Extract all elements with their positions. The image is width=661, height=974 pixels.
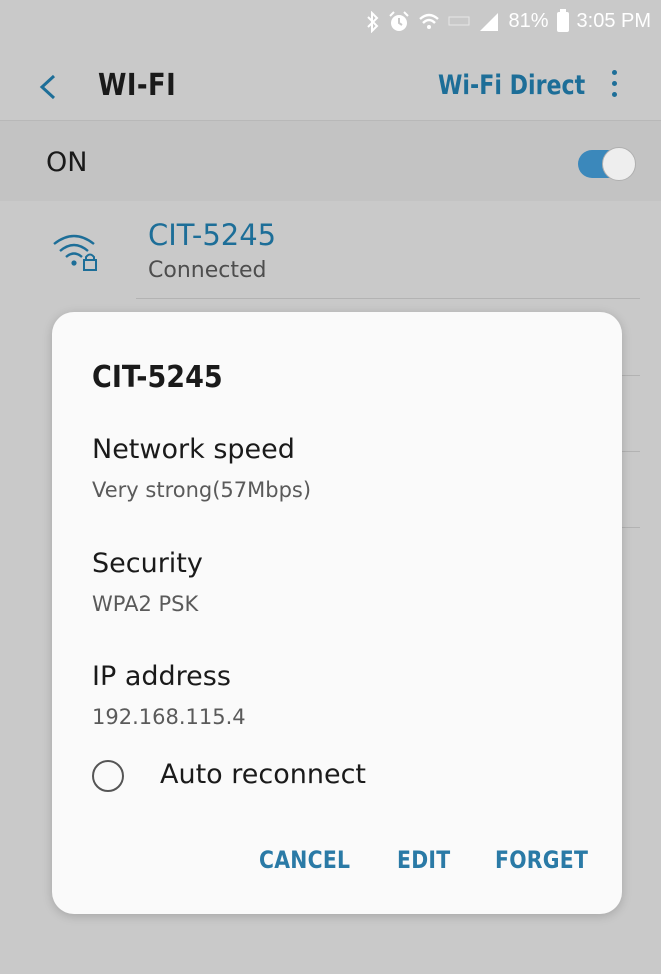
alarm-icon bbox=[389, 10, 410, 31]
dialog-title: CIT-5245 bbox=[92, 360, 223, 395]
cancel-button[interactable]: CANCEL bbox=[259, 846, 350, 874]
lte-icon bbox=[448, 16, 470, 25]
status-icons: 81% 3:05 PM bbox=[366, 8, 651, 33]
security-value: WPA2 PSK bbox=[92, 592, 199, 616]
back-arrow-icon[interactable] bbox=[34, 72, 62, 102]
switch-label: ON bbox=[46, 147, 88, 178]
edit-button[interactable]: EDIT bbox=[397, 846, 450, 874]
app-bar: WI-FI Wi-Fi Direct bbox=[0, 52, 661, 120]
ip-address-value: 192.168.115.4 bbox=[92, 705, 246, 729]
battery-percent: 81% bbox=[508, 10, 549, 32]
network-details-dialog: CIT-5245 Network speed Very strong(57Mbp… bbox=[52, 312, 622, 914]
network-speed-label: Network speed bbox=[92, 434, 295, 465]
wifi-master-switch-row[interactable]: ON bbox=[0, 121, 661, 201]
network-speed-value: Very strong(57Mbps) bbox=[92, 478, 312, 502]
auto-reconnect-label[interactable]: Auto reconnect bbox=[160, 759, 366, 790]
more-options-icon[interactable] bbox=[606, 70, 622, 102]
wifi-direct-button[interactable]: Wi-Fi Direct bbox=[438, 70, 585, 101]
security-label: Security bbox=[92, 548, 203, 579]
page-title: WI-FI bbox=[98, 68, 177, 103]
forget-button[interactable]: FORGET bbox=[495, 846, 588, 874]
bluetooth-icon bbox=[367, 10, 379, 33]
network-status: Connected bbox=[148, 258, 267, 283]
auto-reconnect-radio[interactable] bbox=[92, 760, 124, 792]
ip-address-label: IP address bbox=[92, 661, 231, 692]
status-bar: 81% 3:05 PM bbox=[0, 0, 661, 52]
network-name[interactable]: CIT-5245 bbox=[148, 218, 276, 252]
battery-icon bbox=[556, 8, 569, 32]
status-time: 3:05 PM bbox=[576, 10, 651, 32]
wifi-signal-icon bbox=[419, 13, 440, 29]
list-divider bbox=[136, 298, 640, 299]
wifi-toggle[interactable] bbox=[578, 147, 636, 181]
cell-signal-icon bbox=[480, 12, 499, 31]
wifi-lock-icon bbox=[53, 234, 97, 271]
